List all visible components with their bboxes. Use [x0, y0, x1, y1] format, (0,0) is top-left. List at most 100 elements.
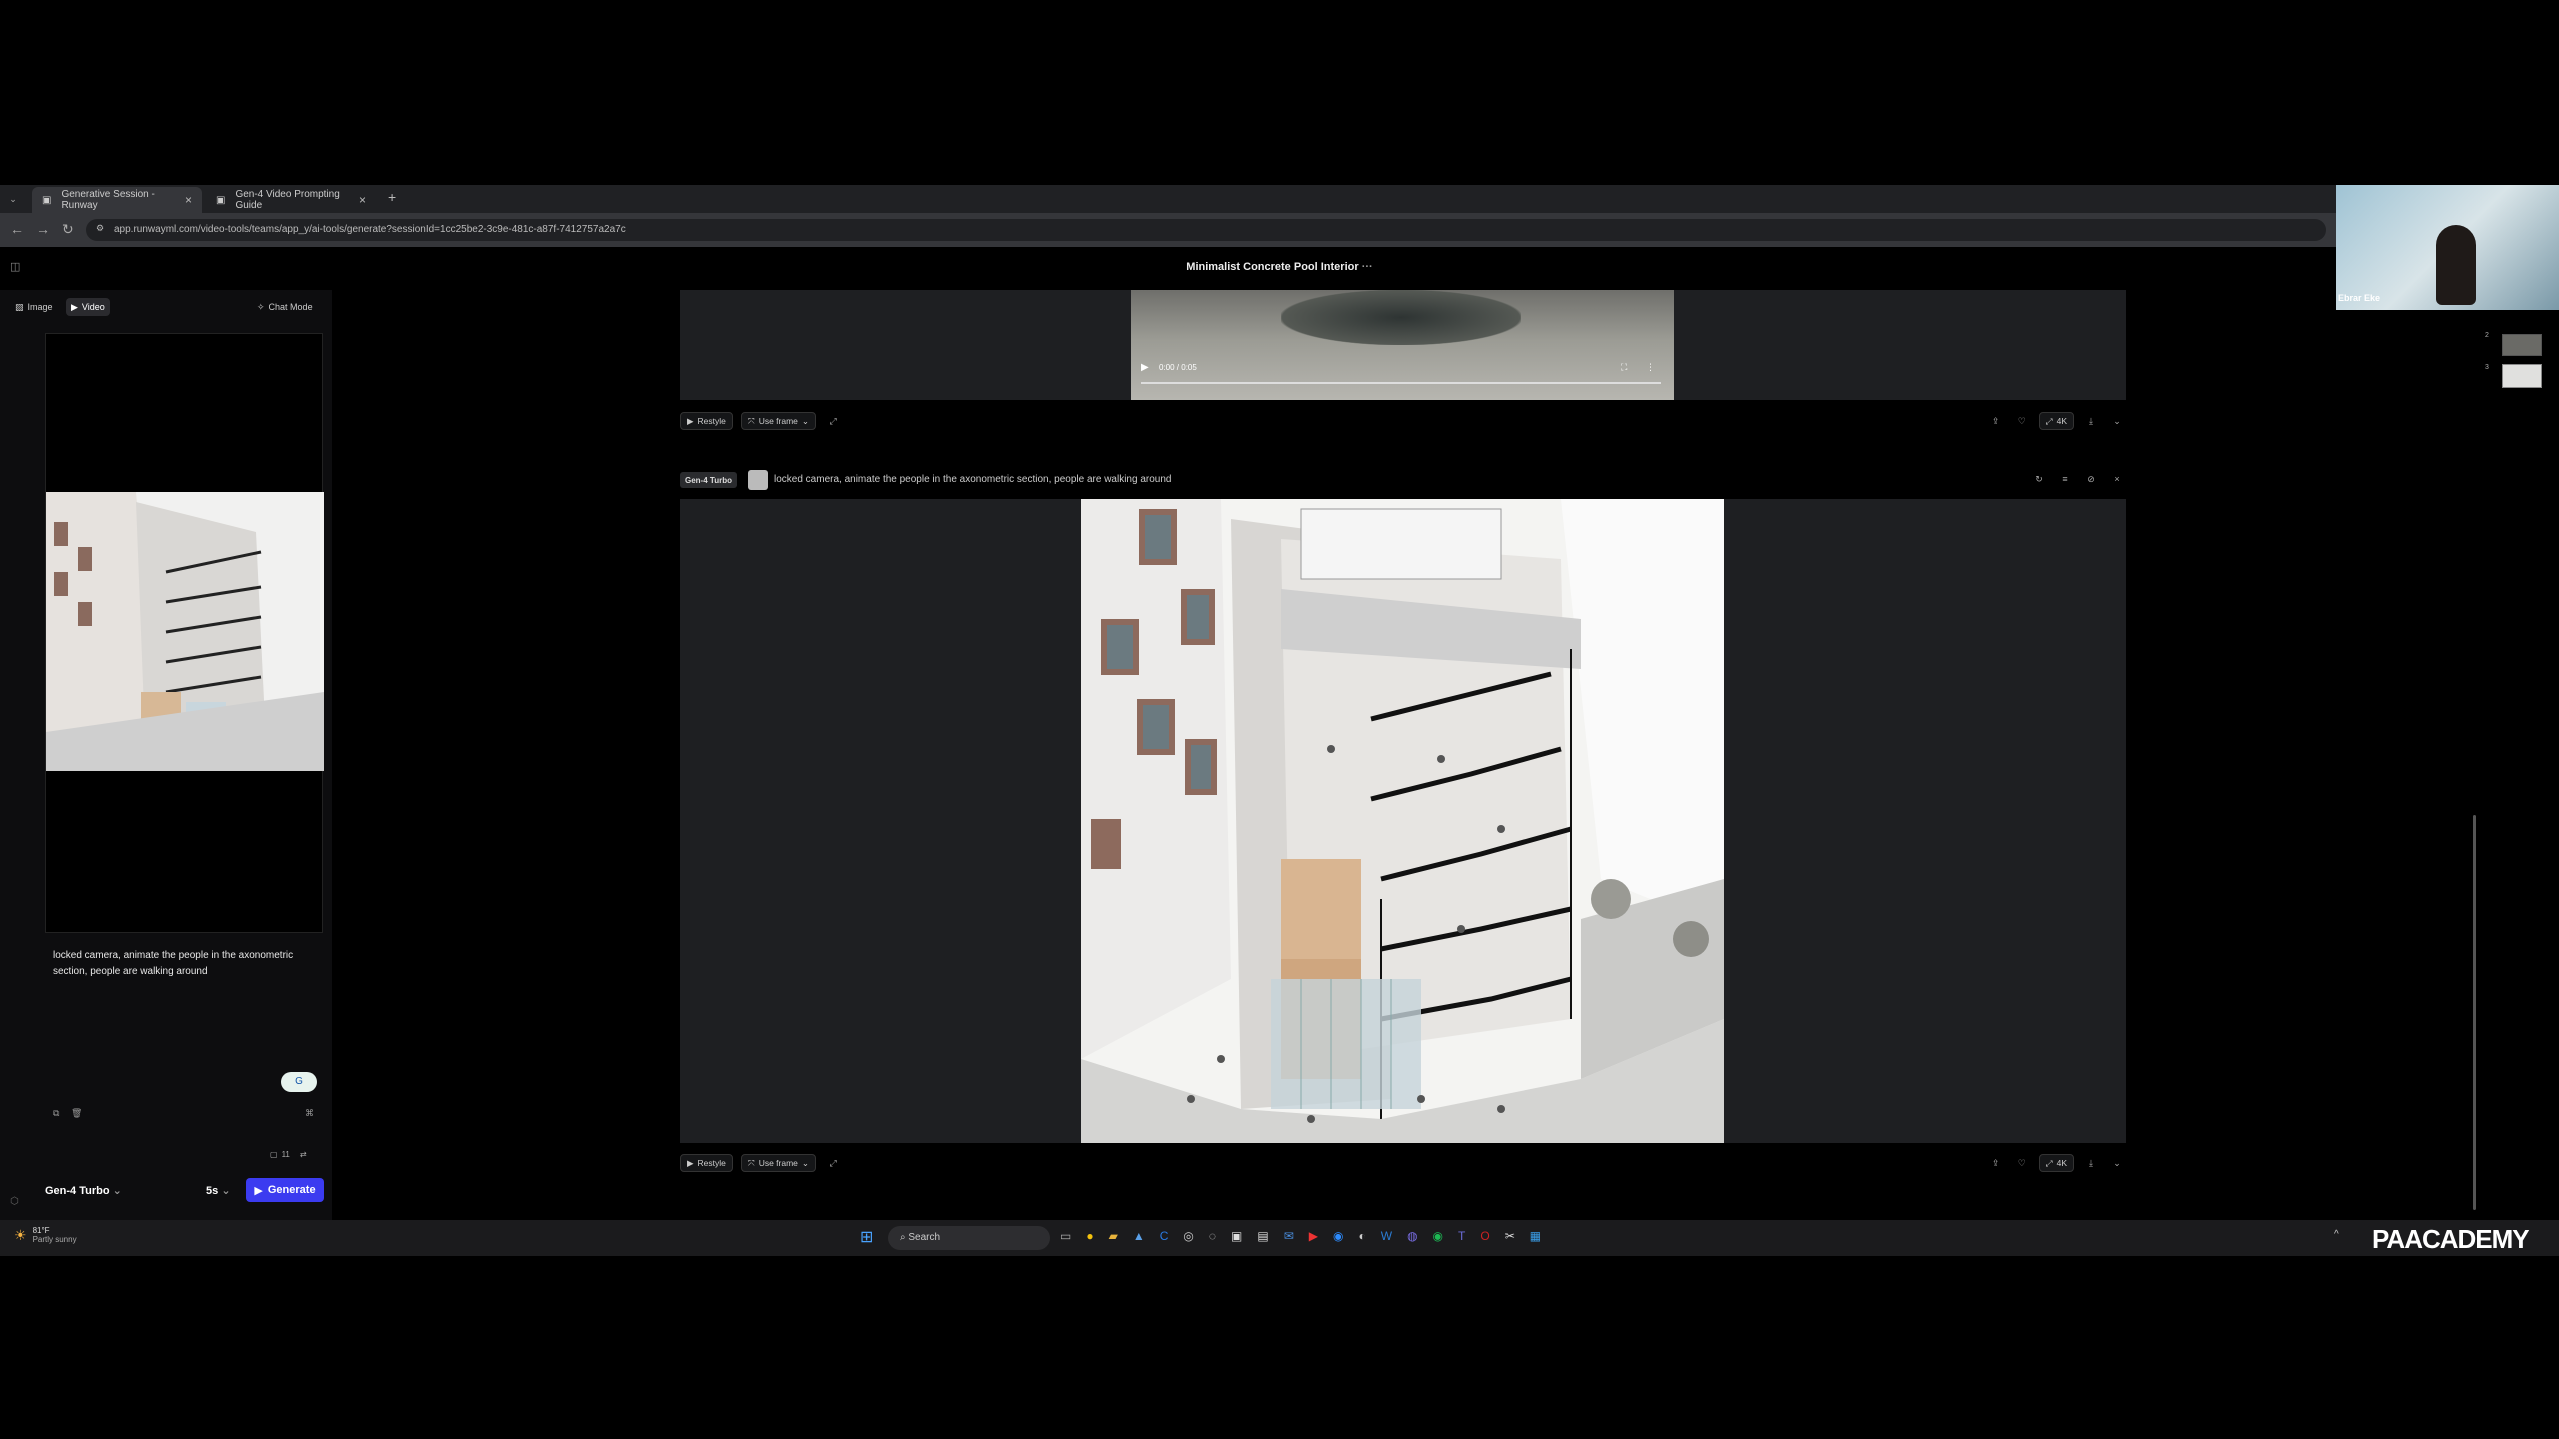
url-text: app.runwayml.com/video-tools/teams/app_y…: [114, 224, 626, 235]
thumbs-down-icon[interactable]: ⊘: [2082, 470, 2100, 488]
expand-icon[interactable]: ⤢: [824, 412, 842, 430]
trash-icon[interactable]: 🗑: [71, 1108, 82, 1119]
app-icon[interactable]: ▦: [1530, 1229, 1541, 1243]
credit-counter: ▢ 11 ⇄: [270, 1150, 307, 1159]
forward-icon[interactable]: →: [36, 221, 50, 237]
input-image-frame[interactable]: [45, 333, 324, 933]
model-select[interactable]: Gen-4 Turbo ⌄: [45, 1184, 122, 1197]
youtube-icon[interactable]: ▶: [1309, 1229, 1318, 1243]
file-explorer-icon[interactable]: ▰: [1109, 1229, 1118, 1243]
download-icon[interactable]: ⤓: [2082, 1154, 2100, 1172]
photos-icon[interactable]: ▲: [1133, 1229, 1145, 1243]
list-icon[interactable]: ≡: [2056, 470, 2074, 488]
restyle-button[interactable]: ▶ Restyle: [680, 1154, 733, 1172]
restyle-button[interactable]: ▶ Restyle: [680, 412, 733, 430]
expand-icon[interactable]: ⤢: [824, 1154, 842, 1172]
chevron-down-icon[interactable]: ⌄: [2108, 412, 2126, 430]
discord-icon[interactable]: ◍: [1407, 1229, 1417, 1243]
play-icon[interactable]: ▶: [1141, 362, 1149, 373]
video-mode-tab[interactable]: ▶ Video: [66, 298, 110, 316]
video-scrubber[interactable]: [1141, 382, 1661, 384]
teams-icon[interactable]: T: [1458, 1229, 1465, 1243]
tab-title: Generative Session - Runway: [61, 189, 155, 211]
chevron-down-icon: ⌄: [801, 1157, 810, 1168]
upscale-icon: ⤢: [2045, 415, 2053, 426]
generate-button[interactable]: ▶ Generate: [246, 1178, 324, 1202]
close-icon[interactable]: ×: [185, 193, 192, 207]
video-frame-pool: [1281, 290, 1521, 345]
enhance-icon[interactable]: ⌘: [305, 1108, 314, 1119]
copy-icon[interactable]: ⧉: [53, 1108, 59, 1119]
session-title[interactable]: Minimalist Concrete Pool Interior ···: [0, 261, 2559, 273]
tab-list-icon[interactable]: ⌄: [4, 190, 22, 208]
heart-icon[interactable]: ♡: [2013, 412, 2031, 430]
presenter-figure: [2436, 225, 2476, 305]
use-frame-button[interactable]: ⤧ Use frame ⌄: [740, 1154, 817, 1172]
chrome-icon[interactable]: ●: [1086, 1229, 1093, 1243]
more-icon[interactable]: ⋮: [1646, 362, 1655, 373]
chevron-down-icon: ⌄: [801, 415, 810, 426]
close-icon[interactable]: ×: [2108, 470, 2126, 488]
app-header: ◫ Minimalist Concrete Pool Interior ···: [0, 247, 2559, 290]
app-c-icon[interactable]: C: [1160, 1229, 1169, 1243]
url-field[interactable]: ⚙ app.runwayml.com/video-tools/teams/app…: [86, 219, 2326, 241]
taskbar-search[interactable]: ⌕ Search: [888, 1226, 1050, 1250]
fullscreen-icon[interactable]: ⛶: [1621, 362, 1627, 373]
chevron-down-icon: ⌄: [112, 1185, 122, 1197]
app-icon[interactable]: ◎: [1183, 1229, 1193, 1243]
new-tab-icon[interactable]: +: [388, 189, 396, 205]
weather-widget[interactable]: ☀ 81°F Partly sunny: [14, 1226, 77, 1244]
prompt-box[interactable]: locked camera, animate the people in the…: [45, 940, 323, 1136]
windows-start-icon[interactable]: ⊞: [860, 1227, 873, 1247]
session-thumb[interactable]: [2502, 364, 2542, 388]
session-thumb[interactable]: [2502, 334, 2542, 356]
session-menu-icon[interactable]: ···: [1362, 261, 1373, 273]
app-icon[interactable]: ✂: [1505, 1229, 1515, 1243]
swap-icon[interactable]: ⇄: [300, 1150, 307, 1159]
os-taskbar: ☀ 81°F Partly sunny ⊞ ⌕ Search ▭ ● ▰ ▲ C…: [0, 1220, 2559, 1256]
share-icon[interactable]: ⇪: [1987, 412, 2005, 430]
video-player-2[interactable]: [1081, 499, 1724, 1143]
zoom-icon[interactable]: ◉: [1333, 1229, 1343, 1243]
spotify-icon[interactable]: ◉: [1433, 1229, 1443, 1243]
result-right-actions-1: ⇪ ♡ ⤢ 4K ⤓ ⌄: [1987, 412, 2126, 430]
prompt-input[interactable]: locked camera, animate the people in the…: [53, 948, 313, 980]
result-video-panel-1: ▶ 0:00 / 0:05 ⛶ ⋮: [680, 290, 2126, 400]
video-player[interactable]: ▶ 0:00 / 0:05 ⛶ ⋮: [1131, 290, 1674, 400]
app-icon[interactable]: ◌: [1209, 1229, 1216, 1243]
chat-mode-button[interactable]: ✧ Chat Mode: [252, 298, 318, 316]
presenter-name: Ebrar Eke: [2338, 293, 2381, 303]
refresh-icon[interactable]: ↻: [2030, 470, 2048, 488]
chevron-down-icon[interactable]: ⌄: [2108, 1154, 2126, 1172]
app-icon[interactable]: ▤: [1257, 1229, 1268, 1243]
outlook-icon[interactable]: ✉: [1284, 1229, 1294, 1243]
share-icon[interactable]: ⇪: [1987, 1154, 2005, 1172]
browser-tab-bar: ⌄ ▣ Generative Session - Runway × ▣ Gen-…: [0, 185, 2559, 213]
result-prompt-text[interactable]: locked camera, animate the people in the…: [774, 474, 1171, 485]
search-icon: ⌕: [900, 1232, 906, 1243]
tab-prompting-guide[interactable]: ▣ Gen-4 Video Prompting Guide ×: [206, 187, 376, 213]
scrollbar-thumb[interactable]: [2473, 815, 2476, 1210]
image-mode-tab[interactable]: ▨ Image: [10, 298, 58, 316]
prompt-thumbnail[interactable]: [748, 470, 768, 490]
upscale-4k-button[interactable]: ⤢ 4K: [2038, 412, 2074, 430]
duration-select[interactable]: 5s ⌄: [206, 1184, 231, 1197]
grammarly-icon[interactable]: G: [281, 1072, 317, 1092]
reload-icon[interactable]: ↻: [62, 221, 74, 238]
heart-icon[interactable]: ♡: [2013, 1154, 2031, 1172]
upscale-4k-button[interactable]: ⤢ 4K: [2038, 1154, 2074, 1172]
app-icon[interactable]: ◐: [1358, 1229, 1365, 1243]
session-thumb-list: 2 3: [2485, 330, 2545, 390]
back-icon[interactable]: ←: [10, 221, 24, 237]
close-icon[interactable]: ×: [359, 193, 366, 207]
download-icon[interactable]: ⤓: [2082, 412, 2100, 430]
opera-icon[interactable]: O: [1480, 1229, 1489, 1243]
task-view-icon[interactable]: ▭: [1060, 1229, 1071, 1243]
tray-chevron-icon[interactable]: ^: [2334, 1229, 2339, 1240]
tab-generative-session[interactable]: ▣ Generative Session - Runway ×: [32, 187, 202, 213]
taskbar-apps: ▭ ● ▰ ▲ C ◎ ◌ ▣ ▤ ✉ ▶ ◉ ◐ W ◍ ◉ T O ✂ ▦: [1060, 1229, 1541, 1243]
frame-icon: ⤧: [747, 1157, 755, 1168]
app-icon[interactable]: ▣: [1231, 1229, 1242, 1243]
use-frame-button[interactable]: ⤧ Use frame ⌄: [740, 412, 817, 430]
word-icon[interactable]: W: [1381, 1229, 1392, 1243]
